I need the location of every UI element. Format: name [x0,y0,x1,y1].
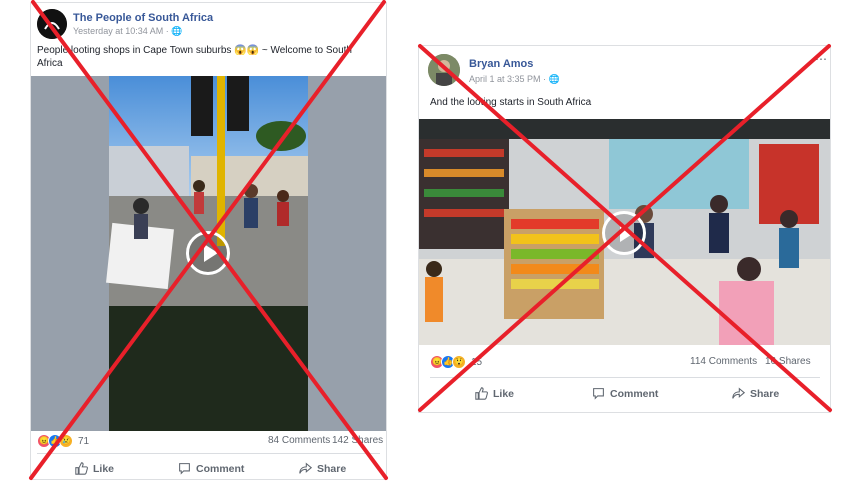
share-button[interactable]: Share [299,462,346,475]
share-label: Share [317,462,347,475]
play-icon[interactable] [602,211,646,255]
reaction-count: 15 [471,356,483,368]
reactions-summary[interactable]: 😠 👍 😢 71 [37,434,89,448]
post-author[interactable]: The People of South Africa [73,12,213,24]
share-icon [299,462,312,474]
shares-count[interactable]: 142 Shares [332,435,383,446]
share-icon [732,387,745,399]
like-icon [475,387,488,400]
reaction-count: 71 [78,435,90,447]
wow-reaction-icon: 😢 [59,434,73,448]
comment-label: Comment [610,387,659,400]
more-options-icon[interactable]: ⋯ [815,52,827,66]
post-timestamp[interactable]: April 1 at 3:35 PM · 🌐 [469,74,560,85]
comments-count[interactable]: 114 Comments [690,356,757,367]
comment-icon [179,463,190,475]
facebook-post-right: Bryan Amos April 1 at 3:35 PM · 🌐 ⋯ And … [418,45,831,413]
like-button[interactable]: Like [475,387,514,400]
comment-icon [593,388,604,400]
reactions-summary[interactable]: 😠 👍 😲 15 [430,355,482,369]
wow-reaction-icon: 😲 [452,355,466,369]
page-avatar[interactable] [37,9,67,39]
timestamp-text: Yesterday at 10:34 AM · [73,26,172,36]
divider [430,377,820,378]
profile-avatar[interactable] [428,54,460,86]
globe-icon: 🌐 [548,74,560,84]
like-label: Like [93,462,115,475]
post-author[interactable]: Bryan Amos [469,58,533,70]
comment-button[interactable]: Comment [178,462,244,475]
like-button[interactable]: Like [75,462,114,475]
timestamp-text: April 1 at 3:35 PM · [469,74,549,84]
post-caption: People looting shops in Cape Town suburb… [37,45,352,69]
share-label: Share [750,387,780,400]
shares-count[interactable]: 16 Shares [765,356,811,367]
comment-label: Comment [196,462,245,475]
like-label: Like [493,387,515,400]
globe-icon: 🌐 [171,26,183,36]
divider [37,453,380,454]
comment-button[interactable]: Comment [592,387,658,400]
post-timestamp[interactable]: Yesterday at 10:34 AM · 🌐 [73,26,182,37]
play-icon[interactable] [186,231,230,275]
share-button[interactable]: Share [732,387,779,400]
like-icon [75,462,88,475]
video-player[interactable] [31,76,386,431]
video-player[interactable] [419,119,830,345]
facebook-post-left: The People of South Africa Yesterday at … [30,2,387,480]
comments-count[interactable]: 84 Comments [268,435,330,446]
post-caption: And the looting starts in South Africa [430,97,592,108]
